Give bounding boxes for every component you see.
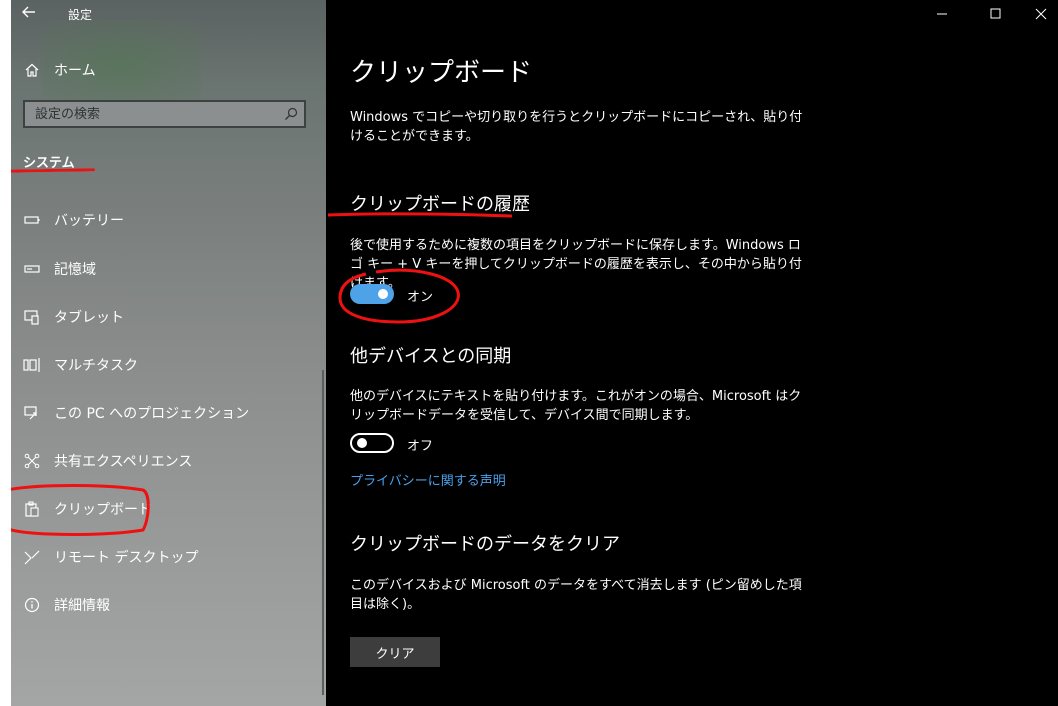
annotation-circle-history-toggle [338,268,460,324]
privacy-link[interactable]: プライバシーに関する声明 [350,470,506,489]
sidebar-item-about[interactable]: 詳細情報 [23,593,313,617]
sidebar-item-label: 記憶域 [54,262,96,278]
sync-toggle[interactable] [350,433,394,453]
clear-heading: クリップボードのデータをクリア [350,534,620,555]
sidebar-item-battery[interactable]: バッテリー [23,208,313,232]
sidebar-item-shared-experiences[interactable]: 共有エクスペリエンス [23,449,313,473]
sidebar-scrollbar[interactable] [322,370,324,695]
sidebar-item-label: バッテリー [54,213,124,229]
page-title: クリップボード [350,58,533,88]
battery-icon [23,211,41,229]
sidebar-item-storage[interactable]: 記憶域 [23,257,313,281]
sidebar-item-tablet[interactable]: タブレット [23,305,313,329]
sync-toggle-label: オフ [407,439,434,454]
close-icon[interactable] [1018,0,1058,28]
app-title: 設定 [68,8,93,22]
annotation-underline-system [11,168,96,173]
sidebar-item-label: リモート デスクトップ [54,550,199,566]
sidebar-item-multitasking[interactable]: マルチタスク [23,353,313,377]
sidebar-item-home[interactable]: ホーム [23,58,96,82]
search-input[interactable] [33,106,277,123]
sidebar: 設定 ホーム システム バッテリー 記憶域 タブレット [11,0,326,706]
tablet-icon [23,308,41,326]
maximize-icon[interactable] [973,0,1019,28]
intro-text: Windows でコピーや切り取りを行うとクリップボードにコピーされ、貼り付ける… [350,110,803,144]
titlebar-left: 設定 [11,0,326,28]
search-box[interactable] [23,100,306,128]
projection-icon [23,404,41,422]
clear-button[interactable]: クリア [350,637,440,667]
multitasking-icon [23,356,41,374]
sync-heading: 他デバイスとの同期 [350,346,512,367]
sidebar-item-label: この PC へのプロジェクション [54,406,250,422]
content-pane: クリップボード Windows でコピーや切り取りを行うとクリップボードにコピー… [326,0,1058,706]
search-icon[interactable] [284,106,298,120]
sidebar-item-remote-desktop[interactable]: リモート デスクトップ [23,545,313,569]
back-arrow-icon[interactable] [21,4,37,24]
window-edge [0,0,11,706]
annotation-circle-clipboard [11,484,150,536]
toggle-knob [357,438,367,448]
clear-description: このデバイスおよび Microsoft のデータをすべて消去します (ピン留めし… [350,578,802,612]
sidebar-item-label: ホーム [54,63,96,79]
storage-icon [23,260,41,278]
shared-experiences-icon [23,452,41,470]
minimize-icon[interactable] [919,0,965,28]
sidebar-item-label: タブレット [54,310,124,326]
info-icon [23,596,41,614]
sidebar-item-label: マルチタスク [54,358,138,374]
sidebar-item-label: 詳細情報 [54,598,110,614]
sidebar-item-projection[interactable]: この PC へのプロジェクション [23,401,313,425]
home-icon [23,61,41,79]
sidebar-item-label: 共有エクスペリエンス [54,454,193,470]
sync-description: 他のデバイスにテキストを貼り付けます。これがオンの場合、Microsoft はク… [350,389,802,423]
annotation-underline-history [327,212,513,218]
remote-desktop-icon [23,548,41,566]
